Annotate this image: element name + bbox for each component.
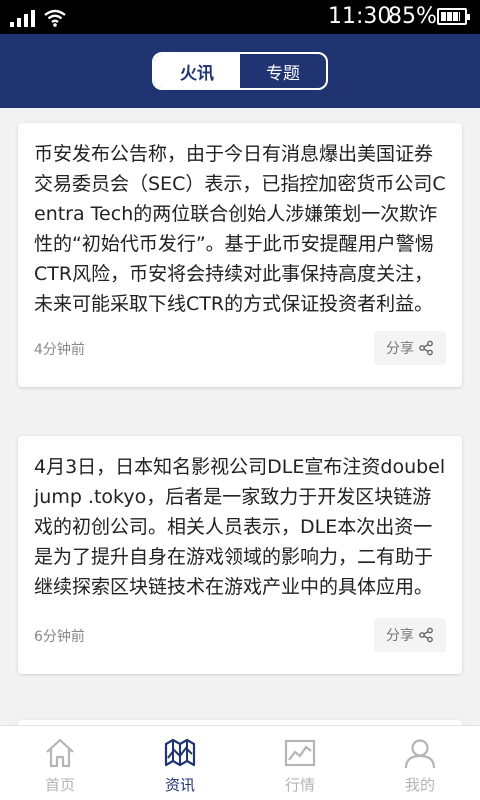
app-header: 火讯 专题: [0, 34, 480, 108]
news-card[interactable]: 币安发布公告称，由于今日有消息爆出美国证券交易委员会（SEC）表示，已指控加密货…: [18, 123, 462, 387]
news-card[interactable]: 4月3日，日本知名影视公司DLE宣布注资doubel jump .tokyo，后…: [18, 436, 462, 674]
status-bar: 11:30 85%: [0, 0, 480, 34]
bottom-tab-bar: 首页 资讯 行情 我的: [0, 725, 480, 800]
tab-huoxun[interactable]: 火讯: [154, 54, 240, 88]
tab-home[interactable]: 首页: [0, 726, 120, 800]
home-icon: [46, 738, 74, 768]
tab-profile[interactable]: 我的: [360, 726, 480, 800]
tab-zhuanti[interactable]: 专题: [240, 54, 326, 88]
clock: 11:30: [328, 4, 392, 29]
signal-bar: [10, 22, 14, 27]
tab-market[interactable]: 行情: [240, 726, 360, 800]
tab-label: 资讯: [164, 776, 195, 794]
signal-indicators: [10, 7, 66, 27]
news-time: 6分钟前: [34, 629, 85, 645]
share-label: 分享: [386, 628, 414, 644]
tab-label: 行情: [284, 776, 315, 794]
tab-news[interactable]: 资讯: [120, 726, 240, 800]
share-label: 分享: [386, 341, 414, 357]
signal-bar: [24, 14, 28, 27]
news-text: 币安发布公告称，由于今日有消息爆出美国证券交易委员会（SEC）表示，已指控加密货…: [34, 143, 446, 315]
tab-label: 我的: [404, 776, 435, 794]
chart-icon: [284, 739, 316, 767]
wifi-icon: [44, 9, 66, 27]
news-text: 4月3日，日本知名影视公司DLE宣布注资doubel jump .tokyo，后…: [34, 456, 446, 598]
person-icon: [404, 739, 436, 769]
battery-percent: 85%: [388, 4, 437, 29]
share-button[interactable]: 分享: [374, 331, 446, 365]
battery-icon: [437, 8, 470, 25]
segment-control: 火讯 专题: [152, 52, 328, 90]
share-button[interactable]: 分享: [374, 618, 446, 652]
news-time: 4分钟前: [34, 342, 85, 358]
share-icon: [419, 340, 433, 356]
signal-bar: [17, 18, 21, 27]
map-icon: [164, 738, 196, 767]
tab-label: 首页: [44, 776, 75, 794]
news-list[interactable]: 币安发布公告称，由于今日有消息爆出美国证券交易委员会（SEC）表示，已指控加密货…: [0, 108, 480, 725]
share-icon: [419, 627, 433, 643]
signal-bar: [31, 10, 35, 27]
